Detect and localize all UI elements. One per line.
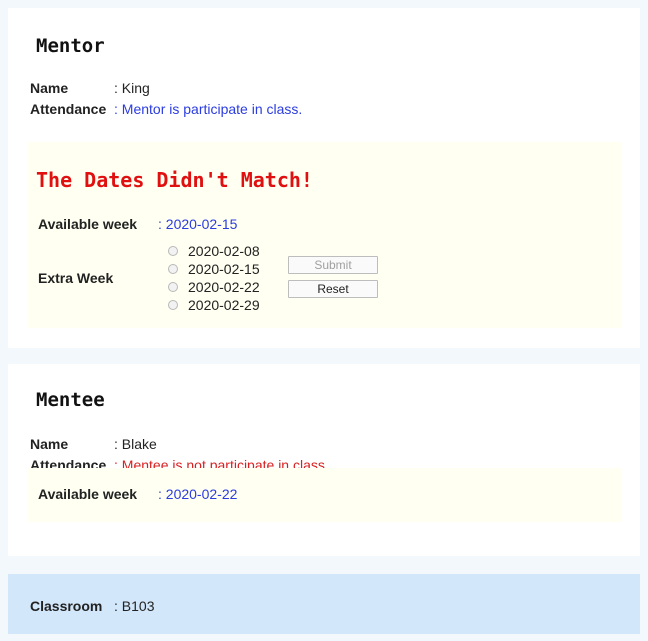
extra-week-option-label: 2020-02-08 bbox=[188, 243, 260, 259]
mentor-name-row: Name : King bbox=[30, 80, 150, 96]
submit-button[interactable]: Submit bbox=[288, 256, 378, 274]
radio-button[interactable] bbox=[168, 282, 178, 292]
mentor-name-value: : King bbox=[114, 80, 150, 96]
radio-button[interactable] bbox=[168, 300, 178, 310]
mentor-name-label: Name bbox=[30, 80, 69, 96]
mentee-card: Mentee Name: Blake Attendance: Mentee is… bbox=[8, 364, 640, 556]
mentor-available-row: Available week : 2020-02-15 bbox=[38, 216, 237, 232]
radio-button[interactable] bbox=[168, 246, 178, 256]
extra-week-option[interactable]: 2020-02-15 bbox=[168, 260, 260, 278]
radio-button[interactable] bbox=[168, 264, 178, 274]
mismatch-title: The Dates Didn't Match! bbox=[36, 168, 313, 192]
extra-week-option-label: 2020-02-22 bbox=[188, 279, 260, 295]
extra-week-option-label: 2020-02-15 bbox=[188, 261, 260, 277]
extra-week-option[interactable]: 2020-02-22 bbox=[168, 278, 260, 296]
extra-week-option[interactable]: 2020-02-29 bbox=[168, 296, 260, 314]
classroom-bar: Classroom : B103 bbox=[8, 574, 640, 634]
mentee-name-label: Name bbox=[30, 436, 69, 452]
classroom-value: : B103 bbox=[114, 598, 155, 614]
mentor-heading: Mentor bbox=[36, 35, 105, 57]
date-mismatch-panel: The Dates Didn't Match! Available week : … bbox=[28, 142, 622, 328]
mentee-name-row: Name : Blake bbox=[30, 436, 157, 452]
mentor-card: Mentor Name : King Attendance : Mentor is … bbox=[8, 8, 640, 348]
mentee-available-label: Available week bbox=[38, 486, 138, 502]
mentee-available-row: Available week : 2020-02-22 bbox=[38, 486, 237, 502]
mentee-name-value: : Blake bbox=[114, 436, 157, 452]
mentee-available-panel: Available week : 2020-02-22 bbox=[28, 468, 622, 522]
mentor-available-value: : 2020-02-15 bbox=[158, 216, 238, 232]
classroom-label: Classroom bbox=[30, 598, 103, 614]
extra-week-label: Extra Week bbox=[38, 270, 114, 286]
mentee-available-value: : 2020-02-22 bbox=[158, 486, 238, 502]
classroom-row: Classroom : B103 bbox=[30, 598, 154, 614]
mentor-attendance-value: : Mentor is participate in class. bbox=[114, 101, 303, 117]
reset-button[interactable]: Reset bbox=[288, 280, 378, 298]
extra-week-option[interactable]: 2020-02-08 bbox=[168, 242, 260, 260]
mentee-heading: Mentee bbox=[36, 389, 105, 411]
mentor-attendance-row: Attendance : Mentor is participate in cla… bbox=[30, 101, 302, 117]
mentor-attendance-label: Attendance bbox=[30, 101, 107, 117]
extra-week-radio-group: 2020-02-08 2020-02-15 2020-02-22 2020-02… bbox=[168, 242, 260, 314]
mentor-available-label: Available week bbox=[38, 216, 138, 232]
extra-week-option-label: 2020-02-29 bbox=[188, 297, 260, 313]
